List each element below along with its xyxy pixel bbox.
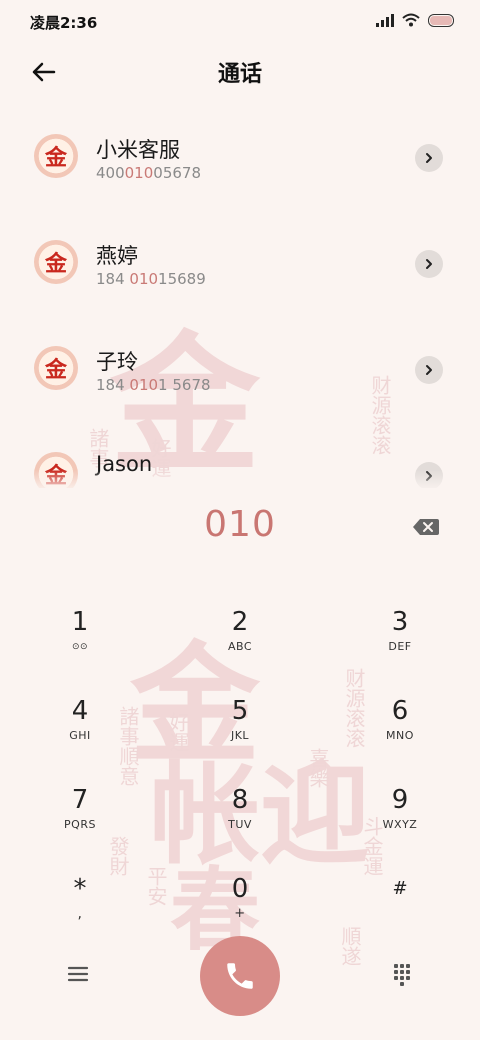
- menu-icon: [67, 966, 89, 982]
- contact-detail-button[interactable]: [415, 356, 443, 384]
- key-6[interactable]: 6 MNO: [340, 695, 460, 775]
- contact-row[interactable]: 金 小米客服 40001005678: [0, 104, 480, 210]
- status-icons: [376, 13, 454, 27]
- phone-icon: [227, 963, 253, 989]
- contact-detail-button[interactable]: [415, 250, 443, 278]
- dialpad-toggle-button[interactable]: [388, 960, 416, 988]
- key-1[interactable]: 1 ⊙⊙: [20, 606, 140, 686]
- chevron-right-icon: [426, 365, 432, 375]
- contact-number: 184 01015689: [96, 270, 206, 288]
- dialpad-icon: [394, 964, 410, 986]
- watermark-text: 平安: [144, 866, 168, 906]
- avatar: 金: [34, 134, 78, 178]
- contact-number: 184 0101 5678: [96, 376, 211, 394]
- key-9[interactable]: 9 WXYZ: [340, 784, 460, 864]
- bottom-bar: [0, 930, 480, 1020]
- key-5[interactable]: 5 JKL: [180, 695, 300, 775]
- battery-icon: [428, 13, 454, 27]
- contact-row[interactable]: 金 燕婷 184 01015689: [0, 210, 480, 316]
- delete-button[interactable]: [412, 516, 440, 538]
- key-7[interactable]: 7 PQRS: [20, 784, 140, 864]
- avatar: 金: [34, 346, 78, 390]
- contact-number: 40001005678: [96, 164, 201, 182]
- wifi-icon: [402, 13, 420, 27]
- dialed-number: 010: [204, 504, 276, 545]
- status-time: 凌晨2:36: [30, 14, 98, 32]
- menu-button[interactable]: [62, 960, 94, 988]
- header: 通话: [0, 44, 480, 100]
- voicemail-icon: ⊙⊙: [71, 642, 89, 652]
- key-2[interactable]: 2 ABC: [180, 606, 300, 686]
- key-8[interactable]: 8 TUV: [180, 784, 300, 864]
- call-button[interactable]: [200, 936, 280, 1016]
- contact-name: 子玲: [96, 350, 138, 374]
- signal-icon: [376, 13, 394, 27]
- chevron-right-icon: [426, 259, 432, 269]
- contact-name: 燕婷: [96, 244, 138, 268]
- watermark-text: 喜樂: [306, 748, 330, 788]
- backspace-icon: [413, 519, 439, 535]
- avatar: 金: [34, 240, 78, 284]
- key-4[interactable]: 4 GHI: [20, 695, 140, 775]
- key-3[interactable]: 3 DEF: [340, 606, 460, 686]
- list-fade: [0, 470, 480, 492]
- contact-row[interactable]: 金 子玲 184 0101 5678: [0, 316, 480, 422]
- chevron-right-icon: [426, 153, 432, 163]
- contact-list[interactable]: 金 小米客服 40001005678 金 燕婷 184 01015689 金 子…: [0, 104, 480, 488]
- contact-detail-button[interactable]: [415, 144, 443, 172]
- contact-name: 小米客服: [96, 138, 180, 162]
- status-bar: 凌晨2:36: [0, 0, 480, 44]
- page-title: 通话: [217, 62, 262, 87]
